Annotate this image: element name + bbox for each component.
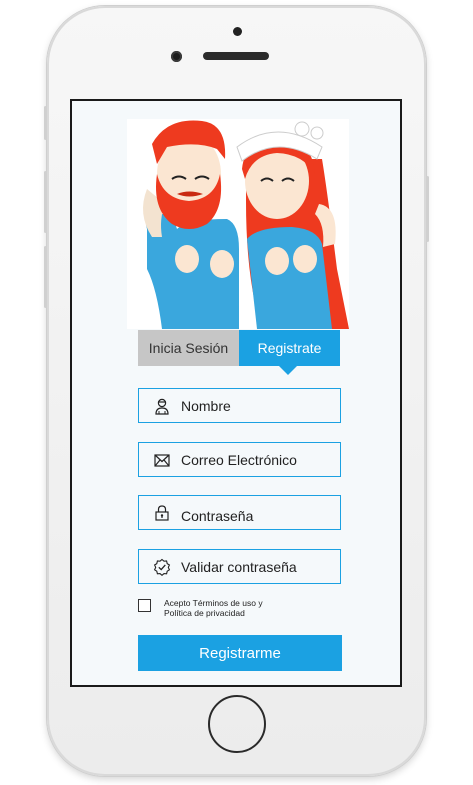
- terms-line-1: Acepto Términos de uso y: [164, 598, 263, 608]
- tab-login[interactable]: Inicia Sesión: [138, 330, 239, 366]
- register-button[interactable]: Registrarme: [138, 635, 342, 671]
- tab-register[interactable]: Registrate: [239, 330, 340, 375]
- sensor-dot: [233, 27, 242, 36]
- confirm-password-field[interactable]: Validar contraseña: [138, 549, 341, 584]
- password-field[interactable]: Contraseña: [138, 495, 341, 530]
- volume-up-button: [44, 171, 47, 233]
- mute-switch: [44, 106, 47, 140]
- password-placeholder: Contraseña: [181, 507, 254, 524]
- app-screen: Inicia Sesión Registrate Nombre Correo E…: [70, 99, 402, 687]
- earpiece-speaker: [203, 52, 269, 60]
- tab-login-label: Inicia Sesión: [148, 340, 229, 356]
- email-field[interactable]: Correo Electrónico: [138, 442, 341, 477]
- terms-label: Acepto Términos de uso y Política de pri…: [164, 598, 304, 618]
- terms-checkbox[interactable]: [138, 599, 151, 612]
- confirm-placeholder: Validar contraseña: [181, 558, 297, 575]
- email-placeholder: Correo Electrónico: [181, 451, 297, 468]
- lock-icon: [155, 504, 169, 521]
- terms-line-2: Política de privacidad: [164, 608, 245, 618]
- volume-down-button: [44, 246, 47, 308]
- envelope-icon: [154, 453, 170, 467]
- register-button-label: Registrarme: [199, 644, 281, 662]
- user-icon: [155, 398, 169, 415]
- terms-row: Acepto Términos de uso y Política de pri…: [138, 598, 304, 618]
- tab-register-label: Registrate: [257, 340, 322, 356]
- couple-illustration: [143, 120, 349, 329]
- power-button: [426, 176, 429, 242]
- home-button[interactable]: [208, 695, 266, 753]
- name-field[interactable]: Nombre: [138, 388, 341, 423]
- hero-illustration: [127, 119, 349, 329]
- check-badge-icon: [153, 558, 171, 576]
- auth-tabs: Inicia Sesión Registrate: [138, 330, 340, 375]
- name-placeholder: Nombre: [181, 397, 231, 414]
- front-camera: [171, 51, 182, 62]
